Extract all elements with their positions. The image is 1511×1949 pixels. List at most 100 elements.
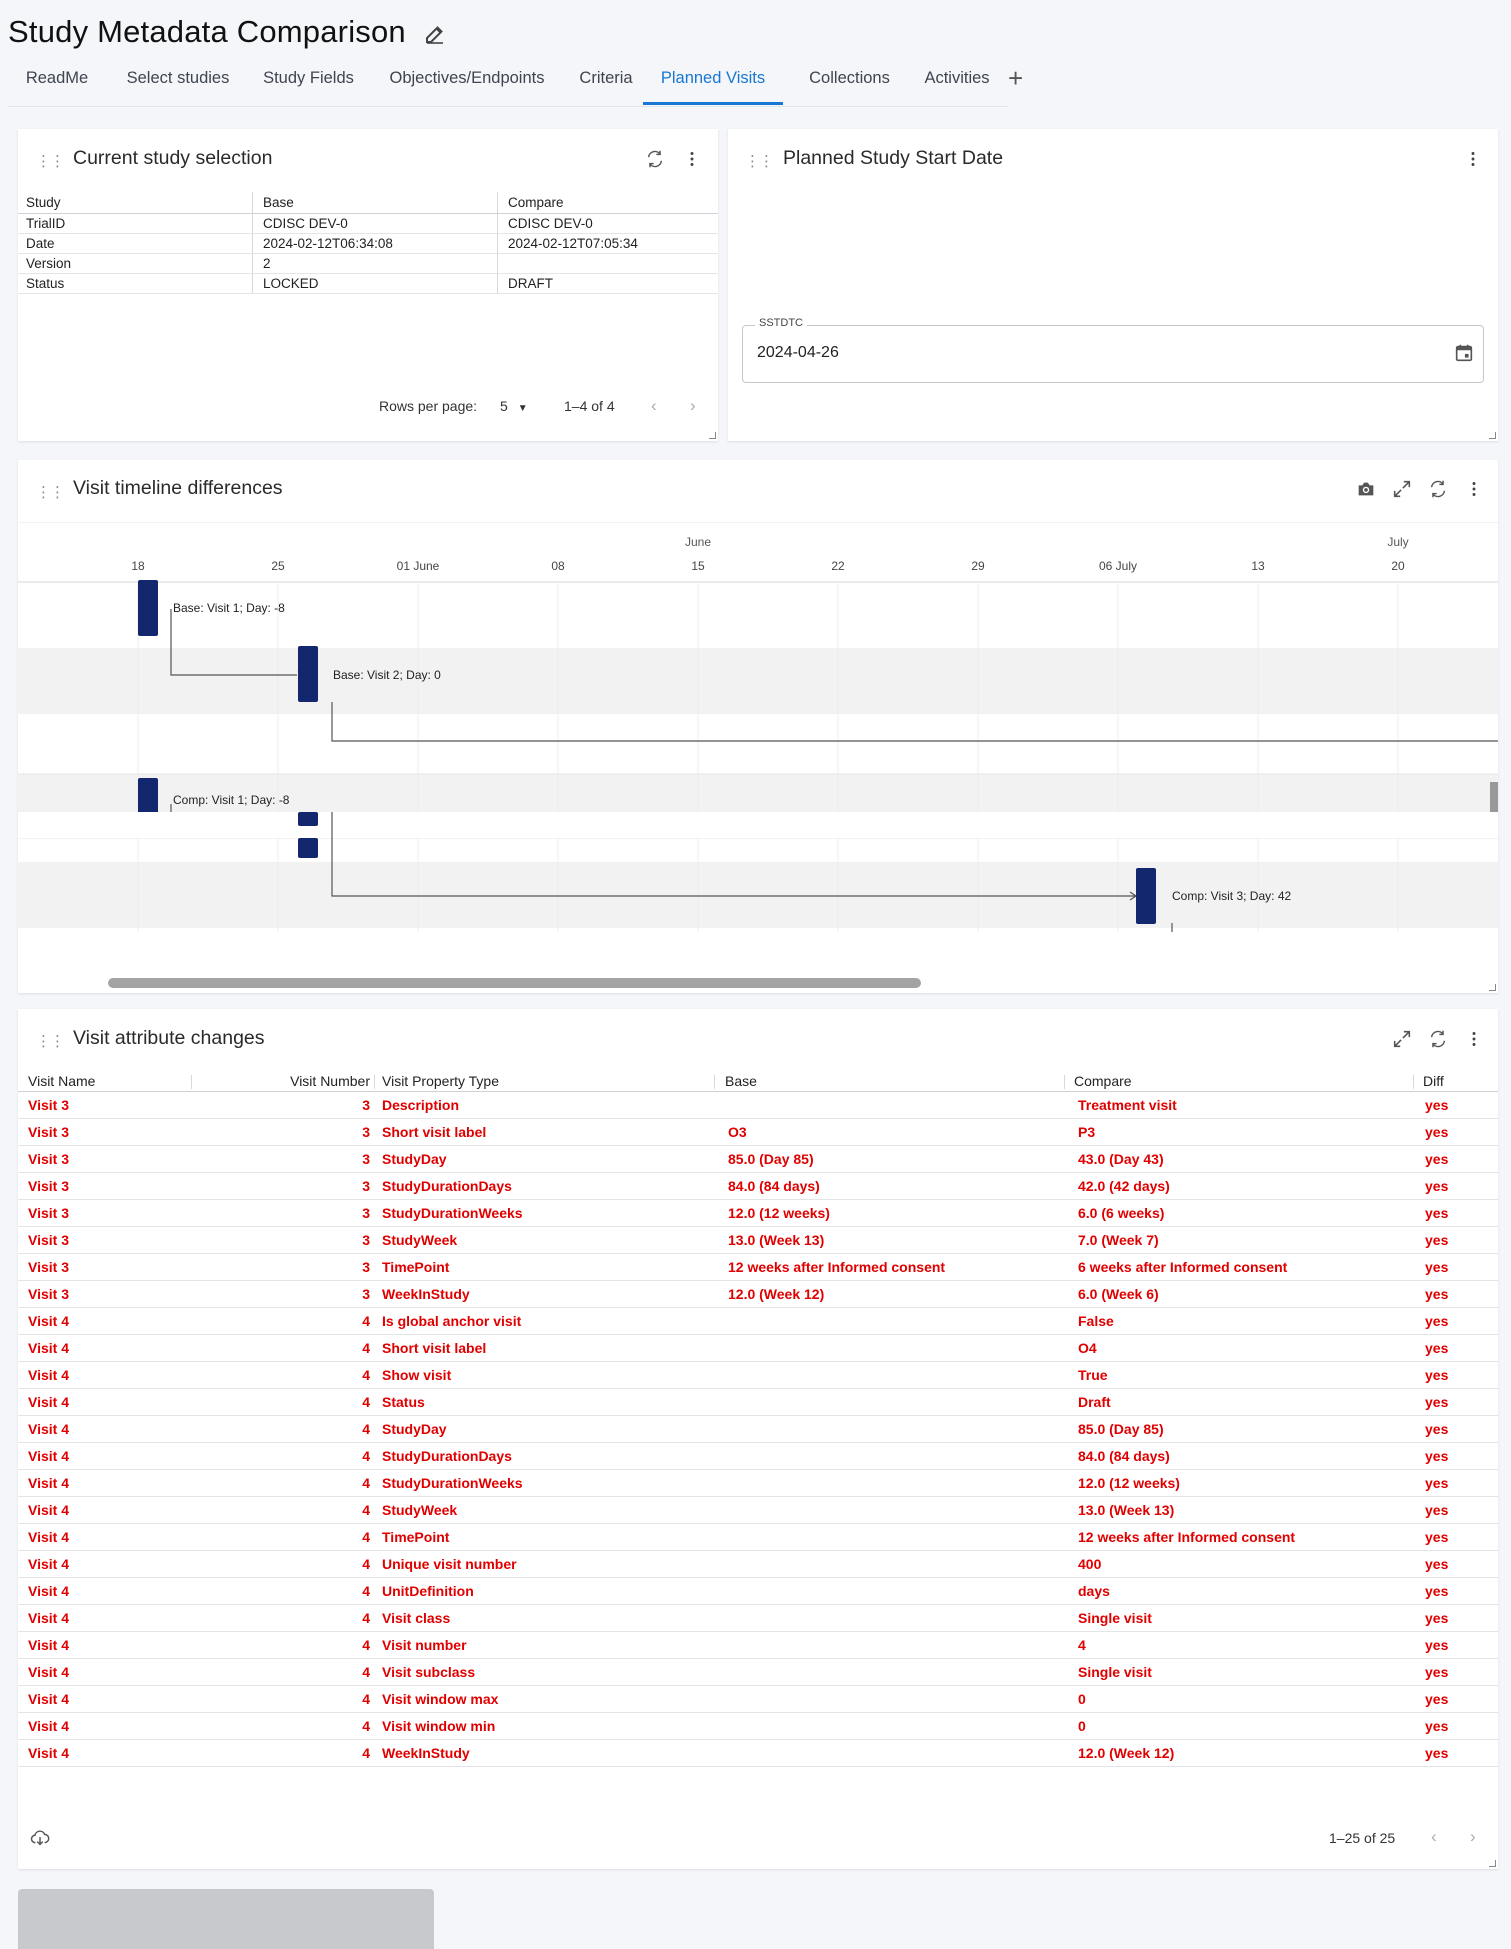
- download-icon[interactable]: [29, 1827, 51, 1849]
- table-row[interactable]: Visit 4 4 WeekInStudy 12.0 (Week 12) yes: [18, 1740, 1498, 1767]
- cell-num: 4: [362, 1475, 370, 1491]
- table-row[interactable]: Visit 4 4 StudyDurationWeeks 12.0 (12 weeks…: [18, 1470, 1498, 1497]
- cell-num: 3: [362, 1232, 370, 1248]
- chevron-right-icon[interactable]: ›: [1470, 1827, 1476, 1847]
- cell-num: 4: [362, 1448, 370, 1464]
- column-header[interactable]: Visit Property Type: [382, 1073, 499, 1089]
- edit-icon[interactable]: [423, 22, 447, 46]
- table-row[interactable]: Visit 4 4 Show visit True yes: [18, 1362, 1498, 1389]
- drag-handle-icon[interactable]: ⋮⋮: [36, 1034, 65, 1049]
- table-row[interactable]: Visit 3 3 StudyWeek 13.0 (Week 13) 7.0 (Week…: [18, 1227, 1498, 1254]
- cell-cmp: Single visit: [1078, 1610, 1152, 1626]
- cell-pt: StudyDurationWeeks: [382, 1475, 523, 1491]
- fullscreen-icon[interactable]: [1391, 478, 1413, 500]
- tab-objectives-endpoints[interactable]: Objectives/Endpoints: [375, 58, 559, 104]
- resize-handle[interactable]: [1489, 1860, 1496, 1867]
- tab-planned-visits[interactable]: Planned Visits: [643, 58, 783, 105]
- column-separator[interactable]: [374, 1075, 375, 1089]
- tab-readme[interactable]: ReadMe: [22, 58, 92, 104]
- table-row[interactable]: Visit 4 4 Is global anchor visit False yes: [18, 1308, 1498, 1335]
- timeline-vertical-scrollbar[interactable]: [1490, 782, 1498, 812]
- column-header[interactable]: Visit Number: [258, 1073, 370, 1089]
- tick-label: 13: [1251, 559, 1265, 573]
- tab-activities[interactable]: Activities: [912, 58, 1002, 104]
- column-separator[interactable]: [1413, 1075, 1414, 1089]
- column-separator[interactable]: [1064, 1075, 1065, 1089]
- column-header[interactable]: Study: [18, 192, 253, 214]
- chevron-right-icon[interactable]: ›: [690, 396, 696, 416]
- timeline-horizontal-scrollbar[interactable]: [108, 978, 921, 988]
- tick-label: 01 June: [397, 559, 440, 573]
- table-row[interactable]: Visit 3 3 Description Treatment visit yes: [18, 1092, 1498, 1119]
- cell: LOCKED: [252, 273, 498, 294]
- drag-handle-icon[interactable]: ⋮⋮: [36, 154, 65, 169]
- cell-vn: Visit 4: [28, 1745, 69, 1761]
- column-header[interactable]: Diff: [1423, 1073, 1444, 1089]
- column-header[interactable]: Compare: [497, 192, 718, 214]
- cell-diff: yes: [1425, 1286, 1449, 1302]
- calendar-icon[interactable]: [1453, 342, 1475, 364]
- cell-num: 4: [362, 1637, 370, 1653]
- refresh-icon[interactable]: [1427, 478, 1449, 500]
- table-row[interactable]: Visit 4 4 StudyWeek 13.0 (Week 13) yes: [18, 1497, 1498, 1524]
- table-row[interactable]: Visit 3 3 StudyDay 85.0 (Day 85) 43.0 (Day 4…: [18, 1146, 1498, 1173]
- sstdtc-field[interactable]: SSTDTC 2024-04-26: [742, 317, 1484, 383]
- rows-per-page-select[interactable]: 5 ▼: [500, 398, 528, 414]
- tick-label: 18: [131, 559, 145, 573]
- tab-study-fields[interactable]: Study Fields: [253, 58, 364, 104]
- fullscreen-icon[interactable]: [1391, 1028, 1413, 1050]
- table-row[interactable]: Visit 4 4 Visit number 4 yes: [18, 1632, 1498, 1659]
- column-separator[interactable]: [714, 1075, 715, 1089]
- visit-bar-comp-2[interactable]: [298, 838, 318, 858]
- column-header[interactable]: Compare: [1074, 1073, 1132, 1089]
- column-header[interactable]: Visit Name: [28, 1073, 95, 1089]
- table-row[interactable]: Visit 4 4 Unique visit number 400 yes: [18, 1551, 1498, 1578]
- bottom-panel: [18, 1889, 434, 1949]
- more-vert-icon[interactable]: [1463, 478, 1485, 500]
- resize-handle[interactable]: [1489, 984, 1496, 991]
- column-separator[interactable]: [191, 1075, 192, 1089]
- refresh-icon[interactable]: [1427, 1028, 1449, 1050]
- drag-handle-icon[interactable]: ⋮⋮: [745, 154, 774, 169]
- table-row[interactable]: Visit 4 4 StudyDay 85.0 (Day 85) yes: [18, 1416, 1498, 1443]
- table-row[interactable]: Visit 3 3 Short visit label O3 P3 yes: [18, 1119, 1498, 1146]
- chevron-left-icon[interactable]: ‹: [651, 396, 657, 416]
- table-row[interactable]: Visit 4 4 Visit subclass Single visit yes: [18, 1659, 1498, 1686]
- column-header[interactable]: Base: [252, 192, 498, 214]
- table-row[interactable]: Visit 4 4 Visit window min 0 yes: [18, 1713, 1498, 1740]
- resize-handle[interactable]: [1489, 432, 1496, 439]
- table-row[interactable]: Visit 3 3 WeekInStudy 12.0 (Week 12) 6.0 (We…: [18, 1281, 1498, 1308]
- visit-bar-comp-3[interactable]: [1136, 868, 1156, 924]
- more-vert-icon[interactable]: [1463, 1028, 1485, 1050]
- resize-handle[interactable]: [709, 432, 716, 439]
- table-row[interactable]: Visit 4 4 Short visit label O4 yes: [18, 1335, 1498, 1362]
- tab-select-studies[interactable]: Select studies: [111, 58, 245, 104]
- drag-handle-icon[interactable]: ⋮⋮: [36, 485, 65, 500]
- cell-cmp: 85.0 (Day 85): [1078, 1421, 1164, 1437]
- table-row[interactable]: Visit 4 4 Visit window max 0 yes: [18, 1686, 1498, 1713]
- camera-icon[interactable]: [1355, 478, 1377, 500]
- tick-label: 06 July: [1099, 559, 1137, 573]
- visit-bar-base-1[interactable]: [138, 580, 158, 636]
- cell-cmp: 12.0 (12 weeks): [1078, 1475, 1180, 1491]
- refresh-icon[interactable]: [644, 148, 666, 170]
- add-tab-button[interactable]: +: [1008, 64, 1023, 92]
- tab-criteria[interactable]: Criteria: [568, 58, 644, 104]
- chevron-left-icon[interactable]: ‹: [1431, 1827, 1437, 1847]
- visit-bar-base-2[interactable]: [298, 646, 318, 702]
- table-row[interactable]: Visit 4 4 StudyDurationDays 84.0 (84 days) y…: [18, 1443, 1498, 1470]
- table-row[interactable]: Visit 4 4 UnitDefinition days yes: [18, 1578, 1498, 1605]
- cell-vn: Visit 4: [28, 1610, 69, 1626]
- cell-vn: Visit 4: [28, 1718, 69, 1734]
- column-header[interactable]: Base: [725, 1073, 757, 1089]
- table-row[interactable]: Visit 3 3 StudyDurationWeeks 12.0 (12 weeks…: [18, 1200, 1498, 1227]
- table-row[interactable]: Visit 4 4 Status Draft yes: [18, 1389, 1498, 1416]
- month-label: July: [1387, 535, 1408, 549]
- table-row[interactable]: Visit 4 4 TimePoint 12 weeks after Informed…: [18, 1524, 1498, 1551]
- table-row[interactable]: Visit 4 4 Visit class Single visit yes: [18, 1605, 1498, 1632]
- table-row[interactable]: Visit 3 3 StudyDurationDays 84.0 (84 days) 4…: [18, 1173, 1498, 1200]
- more-vert-icon[interactable]: [681, 148, 703, 170]
- tab-collections[interactable]: Collections: [792, 58, 907, 104]
- table-row[interactable]: Visit 3 3 TimePoint 12 weeks after Informed…: [18, 1254, 1498, 1281]
- more-vert-icon[interactable]: [1462, 148, 1484, 170]
